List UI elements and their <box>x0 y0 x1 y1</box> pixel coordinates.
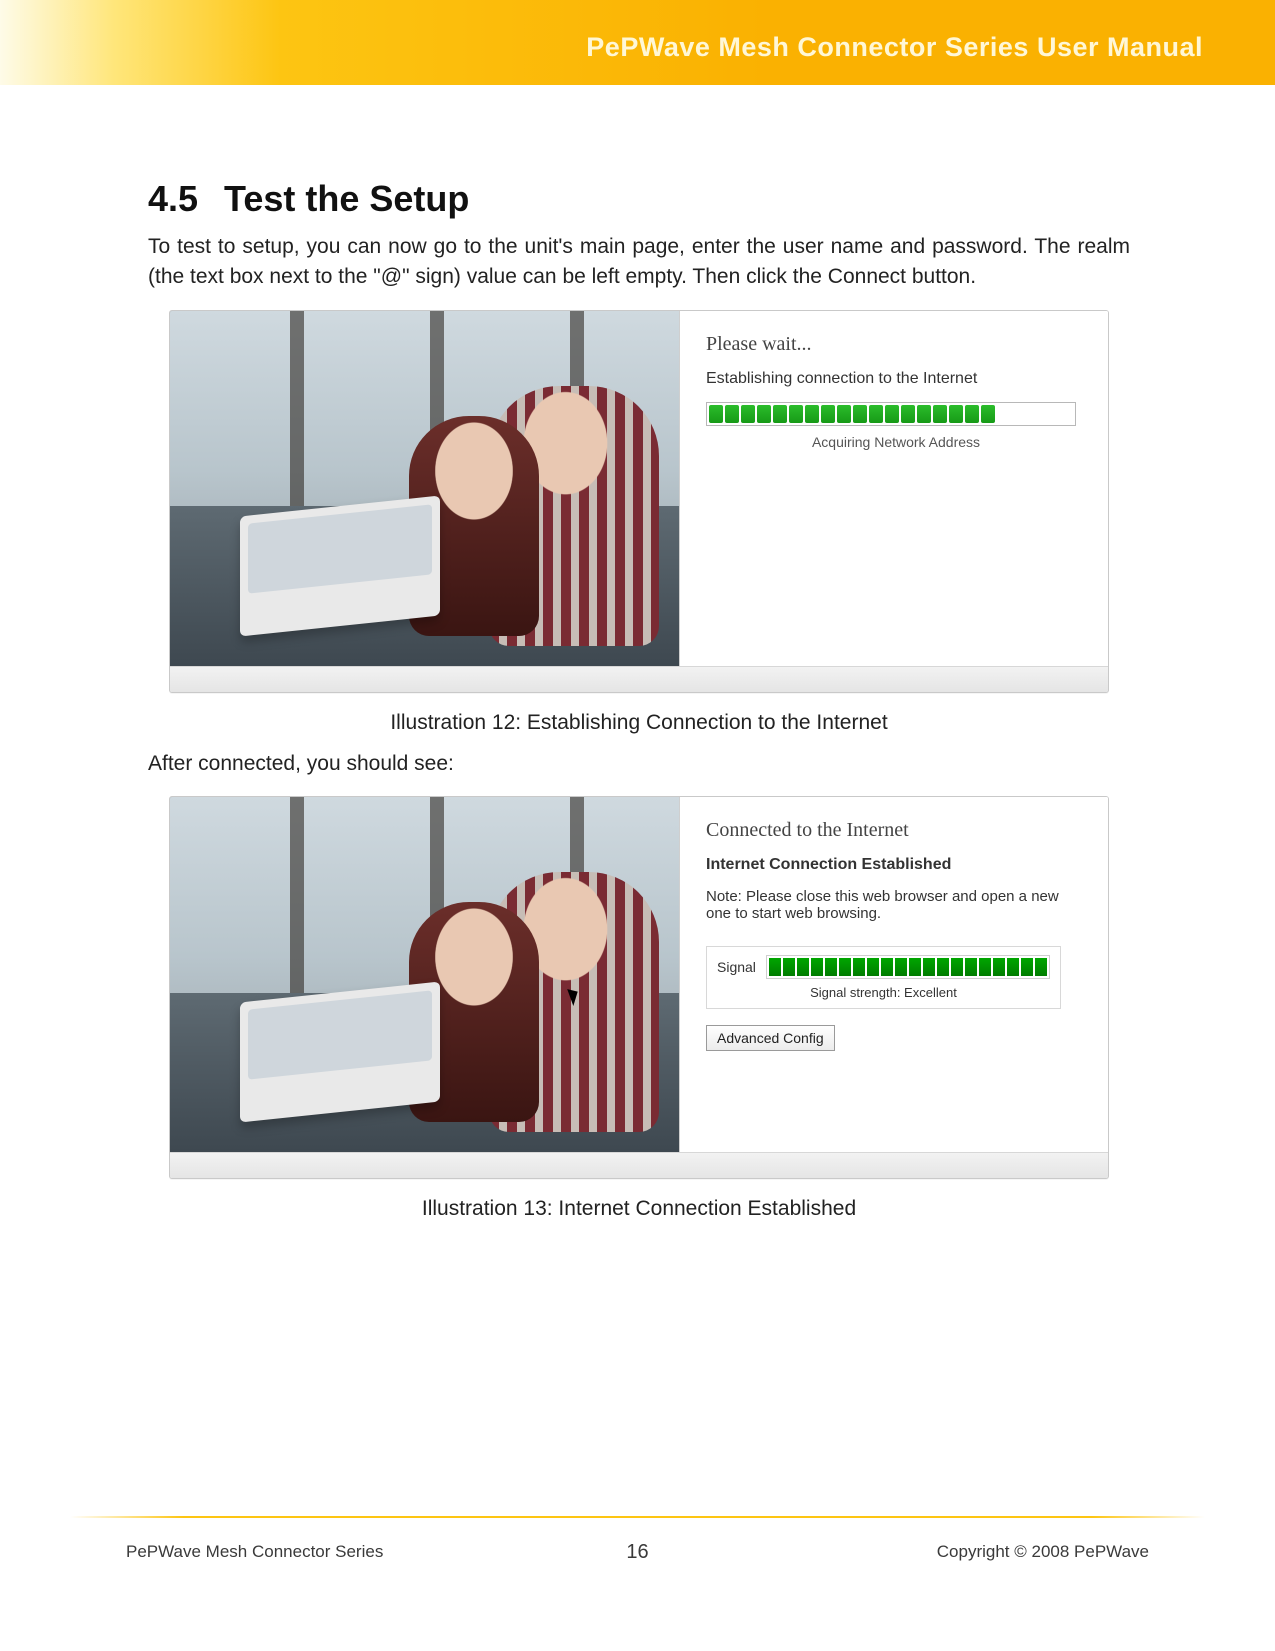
signal-label: Signal <box>717 959 756 975</box>
footer: PePWave Mesh Connector Series 16 Copyrig… <box>0 1542 1275 1562</box>
signal-frame: Signal Signal strength: Excellent <box>706 946 1061 1009</box>
connected-text: Connected to the Internet <box>706 819 1086 842</box>
intro-paragraph: To test to setup, you can now go to the … <box>148 232 1130 292</box>
section-heading: 4.5 Test the Setup <box>148 178 1130 220</box>
footer-left: PePWave Mesh Connector Series <box>126 1542 383 1562</box>
signal-bar <box>766 955 1050 979</box>
progress-bar <box>706 402 1076 426</box>
please-wait-text: Please wait... <box>706 333 1086 356</box>
content-area: 4.5 Test the Setup To test to setup, you… <box>148 178 1130 1235</box>
screenshot-footer <box>170 666 1108 692</box>
caption-2: Illustration 13: Internet Connection Est… <box>148 1197 1130 1221</box>
after-connected-text: After connected, you should see: <box>148 749 1130 779</box>
caption-1: Illustration 12: Establishing Connection… <box>148 711 1130 735</box>
connect-panel: Please wait... Establishing connection t… <box>680 311 1108 666</box>
screenshot-1: Please wait... Establishing connection t… <box>169 310 1109 693</box>
section-number: 4.5 <box>148 178 198 220</box>
footer-divider <box>70 1516 1205 1518</box>
page: PePWave Mesh Connector Series User Manua… <box>0 0 1275 1651</box>
connected-panel: Connected to the Internet Internet Conne… <box>680 797 1108 1152</box>
screenshot-2: Connected to the Internet Internet Conne… <box>169 796 1109 1179</box>
establishing-text: Establishing connection to the Internet <box>706 370 1086 388</box>
header-title: PePWave Mesh Connector Series User Manua… <box>586 32 1203 63</box>
section-title: Test the Setup <box>224 178 469 220</box>
screenshot-photo-2 <box>170 797 680 1152</box>
footer-right: Copyright © 2008 PePWave <box>937 1542 1149 1562</box>
progress-status: Acquiring Network Address <box>706 434 1086 450</box>
screenshot-photo <box>170 311 680 666</box>
advanced-config-button[interactable]: Advanced Config <box>706 1025 835 1051</box>
screenshot-footer-2 <box>170 1152 1108 1178</box>
page-number: 16 <box>626 1541 648 1564</box>
signal-strength: Signal strength: Excellent <box>717 985 1050 1000</box>
note-text: Note: Please close this web browser and … <box>706 888 1086 922</box>
established-text: Internet Connection Established <box>706 856 1086 874</box>
